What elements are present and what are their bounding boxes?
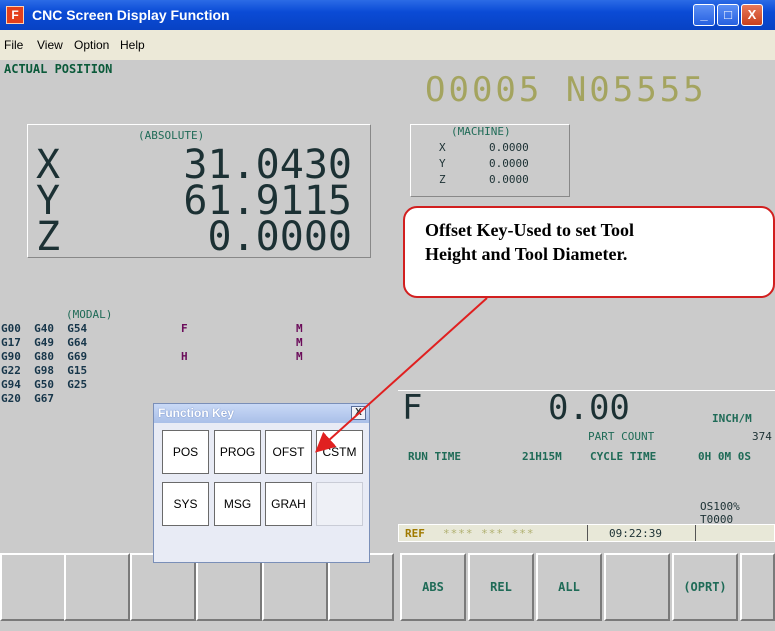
menu-view[interactable]: View [37, 38, 63, 52]
softkey-blank[interactable] [604, 553, 670, 621]
empty-key[interactable] [316, 482, 363, 526]
window-title: CNC Screen Display Function [32, 7, 230, 23]
machine-row-x: X 0.0000 [439, 141, 529, 154]
menu-option[interactable]: Option [74, 38, 109, 52]
sys-key[interactable]: SYS [162, 482, 209, 526]
callout-line-2: Height and Tool Diameter. [425, 244, 628, 264]
gcode-row: G17 G49 G64 [1, 336, 88, 349]
override-status: OS100% T0000 [700, 500, 740, 526]
machine-z-value: 0.0000 [489, 173, 529, 186]
machine-position-panel: (MACHINE) X 0.0000 Y 0.0000 Z 0.0000 [410, 124, 570, 197]
title-bar: F CNC Screen Display Function _ □ X [0, 0, 775, 30]
modal-f: F [181, 322, 188, 335]
softkey-blank[interactable] [328, 553, 394, 621]
axis-z-value: 0.0000 [207, 214, 353, 260]
machine-z-label: Z [439, 173, 446, 186]
gcode-row: G00 G40 G54 [1, 322, 88, 335]
modal-h: H [181, 350, 188, 363]
function-key-title: Function Key [158, 406, 235, 420]
machine-label: (MACHINE) [451, 125, 511, 138]
softkeys-right: ABS REL ALL (OPRT) [398, 545, 775, 629]
run-time-value: 21H15M [522, 450, 562, 463]
program-number: O0005 N05555 [425, 70, 707, 110]
part-count-label: PART COUNT [588, 430, 655, 443]
feed-value: 0.00 [548, 388, 630, 428]
status-divider [695, 525, 696, 541]
softkey-all[interactable]: ALL [536, 553, 602, 621]
machine-x-value: 0.0000 [489, 141, 529, 154]
close-button[interactable]: X [741, 4, 763, 26]
softkey-blank[interactable] [130, 553, 196, 621]
softkey-blank[interactable] [262, 553, 328, 621]
modal-m2: M [296, 336, 303, 349]
mode-indicator: REF [405, 527, 425, 540]
machine-y-label: Y [439, 157, 446, 170]
screen-title: ACTUAL POSITION [4, 62, 113, 76]
feed-unit: INCH/M [712, 412, 752, 425]
run-time-label: RUN TIME [408, 450, 461, 463]
modal-gcodes: G00 G40 G54 G17 G49 G64 G90 G80 G69 G22 … [1, 322, 87, 406]
axis-z-label: Z [36, 214, 61, 260]
modal-m3: M [296, 350, 303, 363]
function-key-close-button[interactable]: X [351, 406, 366, 420]
clock: 09:22:39 [609, 527, 662, 540]
softkey-rel[interactable]: REL [468, 553, 534, 621]
pos-key[interactable]: POS [162, 430, 209, 474]
cycle-time-label: CYCLE TIME [590, 450, 657, 463]
cycle-time-value: 0H 0M 0S [698, 450, 751, 463]
gcode-row: G94 G50 G25 [1, 378, 88, 391]
softkey-next[interactable] [740, 553, 775, 621]
app-icon: F [6, 6, 24, 24]
machine-y-value: 0.0000 [489, 157, 529, 170]
gcode-row: G22 G98 G15 [1, 364, 88, 377]
msg-key[interactable]: MSG [214, 482, 261, 526]
softkey-abs[interactable]: ABS [400, 553, 466, 621]
machine-row-y: Y 0.0000 [439, 157, 529, 170]
softkey-blank[interactable] [64, 553, 130, 621]
gcode-row: G20 G67 [1, 392, 54, 405]
softkey-oprt[interactable]: (OPRT) [672, 553, 738, 621]
machine-x-label: X [439, 141, 446, 154]
maximize-button[interactable]: □ [717, 4, 739, 26]
status-stars: **** *** *** [443, 527, 535, 540]
softkey-blank[interactable] [0, 553, 66, 621]
absolute-label: (ABSOLUTE) [138, 129, 205, 142]
part-count-value: 374 [752, 430, 772, 443]
offset-key-callout: Offset Key-Used to set Tool Height and T… [403, 206, 775, 298]
menu-help[interactable]: Help [120, 38, 145, 52]
callout-line-1: Offset Key-Used to set Tool [425, 220, 634, 240]
ofst-key[interactable]: OFST [265, 430, 312, 474]
feed-letter: F [402, 388, 423, 428]
cstm-key[interactable]: CSTM [316, 430, 363, 474]
prog-key[interactable]: PROG [214, 430, 261, 474]
softkey-blank[interactable] [196, 553, 262, 621]
function-key-window: Function Key X POS PROG OFST CSTM SYS MS… [153, 403, 370, 563]
grah-key[interactable]: GRAH [265, 482, 312, 526]
cnc-screen: ACTUAL POSITION O0005 N05555 (ABSOLUTE) … [0, 60, 775, 631]
menu-bar: File View Option Help [0, 30, 775, 60]
absolute-position-panel: (ABSOLUTE) X 31.0430 Y 61.9115 Z 0.0000 [27, 124, 371, 258]
gcode-row: G90 G80 G69 [1, 350, 88, 363]
status-divider [587, 525, 588, 541]
machine-row-z: Z 0.0000 [439, 173, 529, 186]
status-bar: REF **** *** *** 09:22:39 [398, 524, 775, 542]
function-key-titlebar[interactable]: Function Key X [154, 404, 369, 423]
modal-m1: M [296, 322, 303, 335]
modal-label: (MODAL) [66, 308, 113, 321]
menu-file[interactable]: File [4, 38, 23, 52]
minimize-button[interactable]: _ [693, 4, 715, 26]
